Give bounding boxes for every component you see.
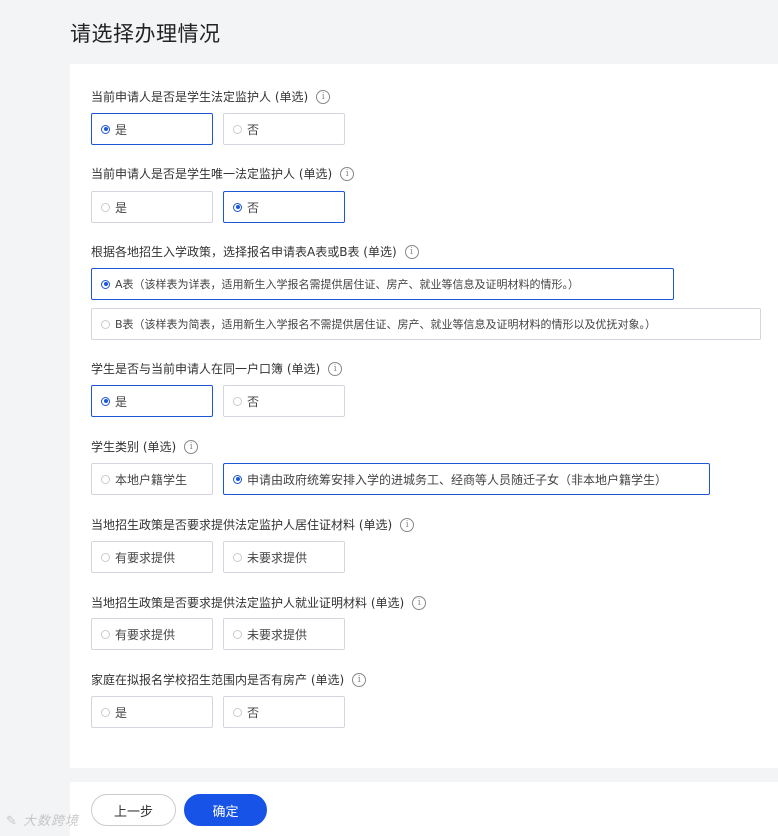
option-label: 未要求提供 [247,627,308,642]
q5-option-local[interactable]: 本地户籍学生 [91,463,213,495]
option-label: 是 [115,394,128,409]
radio-icon [101,707,110,717]
radio-icon [101,474,110,484]
confirm-button[interactable]: 确定 [184,794,267,826]
question-label: 根据各地招生入学政策，选择报名申请表A表或B表 (单选) i [91,243,419,260]
question-text: 学生类别 (单选) [91,440,177,454]
info-icon[interactable]: i [412,595,427,610]
q2-option-yes[interactable]: 是 [91,191,213,223]
radio-icon [233,396,242,406]
option-label: 否 [247,122,260,137]
radio-icon [233,124,242,134]
option-label: 有要求提供 [115,627,176,642]
radio-checked-icon [233,202,242,212]
question-text: 学生是否与当前申请人在同一户口簿 (单选) [91,362,321,376]
info-icon[interactable]: i [340,166,355,181]
question-label: 学生类别 (单选) i [91,438,199,455]
q1-option-yes[interactable]: 是 [91,113,213,145]
q1-option-no[interactable]: 否 [223,113,345,145]
radio-icon [101,552,110,562]
q2-option-no[interactable]: 否 [223,191,345,223]
radio-checked-icon [101,124,110,134]
page-title: 请选择办理情况 [70,22,221,46]
question-text: 家庭在拟报名学校招生范围内是否有房产 (单选) [91,673,345,687]
page: 请选择办理情况 当前申请人是否是学生法定监护人 (单选) i 是 否 当前申请人… [0,0,778,836]
option-label: 未要求提供 [247,550,308,565]
question-text: 当前申请人是否是学生法定监护人 (单选) [91,90,309,104]
question-label: 当地招生政策是否要求提供法定监护人居住证材料 (单选) i [91,516,415,533]
option-label: 否 [247,705,260,720]
info-icon[interactable]: i [316,89,331,104]
footer-bar [70,782,778,836]
question-text: 根据各地招生入学政策，选择报名申请表A表或B表 (单选) [91,245,397,259]
question-text: 当地招生政策是否要求提供法定监护人就业证明材料 (单选) [91,596,405,610]
info-icon[interactable]: i [328,361,343,376]
radio-icon [101,629,110,639]
q7-option-not-required[interactable]: 未要求提供 [223,618,345,650]
radio-checked-icon [101,396,110,406]
option-label: 否 [247,200,260,215]
option-label: 否 [247,394,260,409]
option-label: B表（该样表为简表，适用新生入学报名不需提供居住证、房产、就业等信息及证明材料的… [115,318,657,331]
question-text: 当地招生政策是否要求提供法定监护人居住证材料 (单选) [91,518,393,532]
option-label: 有要求提供 [115,550,176,565]
q3-option-form-a[interactable]: A表（该样表为详表，适用新生入学报名需提供居住证、房产、就业等信息及证明材料的情… [91,268,674,300]
question-label: 当前申请人是否是学生唯一法定监护人 (单选) i [91,165,355,182]
q4-option-yes[interactable]: 是 [91,385,213,417]
info-icon[interactable]: i [400,517,415,532]
radio-icon [233,629,242,639]
q8-option-yes[interactable]: 是 [91,696,213,728]
question-label: 当前申请人是否是学生法定监护人 (单选) i [91,88,331,105]
question-label: 学生是否与当前申请人在同一户口簿 (单选) i [91,360,343,377]
q4-option-no[interactable]: 否 [223,385,345,417]
q3-option-form-b[interactable]: B表（该样表为简表，适用新生入学报名不需提供居住证、房产、就业等信息及证明材料的… [91,308,761,340]
q5-option-migrant[interactable]: 申请由政府统筹安排入学的进城务工、经商等人员随迁子女（非本地户籍学生） [223,463,710,495]
q7-option-required[interactable]: 有要求提供 [91,618,213,650]
radio-icon [101,202,110,212]
info-icon[interactable]: i [184,439,199,454]
q6-option-required[interactable]: 有要求提供 [91,541,213,573]
q8-option-no[interactable]: 否 [223,696,345,728]
info-icon[interactable]: i [352,672,367,687]
radio-icon [101,319,110,329]
watermark: ✎ 大数跨境 [6,810,79,829]
q6-option-not-required[interactable]: 未要求提供 [223,541,345,573]
radio-icon [233,552,242,562]
watermark-logo-icon: ✎ [6,814,24,829]
question-label: 家庭在拟报名学校招生范围内是否有房产 (单选) i [91,671,367,688]
radio-checked-icon [101,279,110,289]
radio-icon [233,707,242,717]
option-label: 是 [115,705,128,720]
option-label: 本地户籍学生 [115,472,188,487]
radio-checked-icon [233,474,242,484]
option-label: 申请由政府统筹安排入学的进城务工、经商等人员随迁子女（非本地户籍学生） [247,472,668,487]
question-label: 当地招生政策是否要求提供法定监护人就业证明材料 (单选) i [91,594,427,611]
previous-step-button[interactable]: 上一步 [91,794,176,826]
option-label: 是 [115,200,128,215]
option-label: A表（该样表为详表，适用新生入学报名需提供居住证、房产、就业等信息及证明材料的情… [115,278,580,291]
question-text: 当前申请人是否是学生唯一法定监护人 (单选) [91,167,333,181]
info-icon[interactable]: i [404,244,419,259]
option-label: 是 [115,122,128,137]
watermark-text: 大数跨境 [23,814,80,829]
